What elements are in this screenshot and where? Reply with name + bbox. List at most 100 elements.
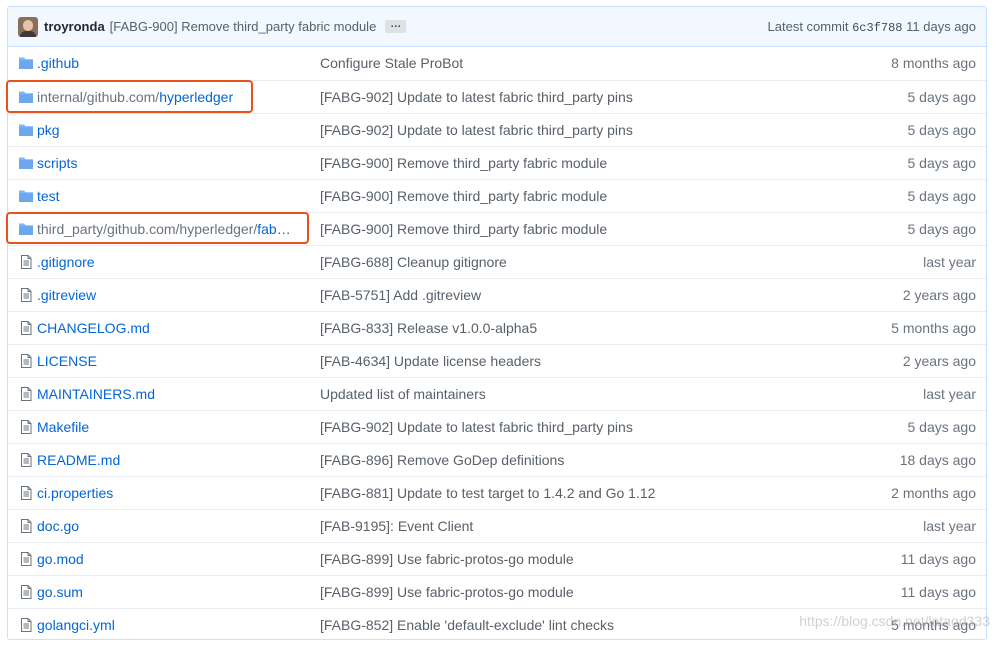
- commit-message-link[interactable]: [FABG-900] Remove third_party fabric mod…: [320, 147, 607, 179]
- table-row[interactable]: Makefile [FABG-902] Update to latest fabr…: [8, 410, 986, 443]
- file-icon: [18, 354, 34, 368]
- table-row[interactable]: test [FABG-900] Remove third_party fabric…: [8, 179, 986, 212]
- table-row[interactable]: internal/github.com/hyperledger [FABG-902…: [8, 80, 986, 113]
- table-row[interactable]: doc.go [FAB-9195]: Event Client last year: [8, 509, 986, 542]
- file-name-link[interactable]: .gitreview: [37, 279, 96, 311]
- commit-age: 11 days ago: [900, 584, 976, 600]
- commit-message-link[interactable]: [FABG-899] Use fabric-protos-go module: [320, 576, 574, 608]
- commit-message-link[interactable]: [FAB-5751] Add .gitreview: [320, 279, 481, 311]
- file-name-link[interactable]: README.md: [37, 444, 120, 476]
- table-row[interactable]: go.sum [FABG-899] Use fabric-protos-go mo…: [8, 575, 986, 608]
- table-row[interactable]: go.mod [FABG-899] Use fabric-protos-go mo…: [8, 542, 986, 575]
- folder-icon-graphic: [19, 157, 33, 169]
- file-name[interactable]: CHANGELOG.md: [37, 320, 150, 336]
- commit-message-link[interactable]: [FABG-899] Use fabric-protos-go module: [320, 543, 574, 575]
- table-row[interactable]: MAINTAINERS.md Updated list of maintainer…: [8, 377, 986, 410]
- file-name-link[interactable]: internal/github.com/hyperledger: [37, 81, 233, 113]
- commit-message-link[interactable]: [FABG-900] Remove third_party fabric mod…: [320, 213, 607, 245]
- file-icon: [18, 585, 34, 599]
- table-row[interactable]: README.md [FABG-896] Remove GoDep definit…: [8, 443, 986, 476]
- expand-commit-button[interactable]: …: [385, 19, 407, 33]
- file-name-link[interactable]: MAINTAINERS.md: [37, 378, 155, 410]
- file-name-link[interactable]: go.sum: [37, 576, 83, 608]
- file-name[interactable]: golangci.yml: [37, 617, 115, 633]
- commit-age: 2 years ago: [902, 287, 976, 303]
- file-name[interactable]: ci.properties: [37, 485, 113, 501]
- commit-age: last year: [923, 518, 976, 534]
- file-icon: [18, 552, 34, 566]
- commit-message-link[interactable]: [FAB-4634] Update license headers: [320, 345, 541, 377]
- commit-message-link[interactable]: [FABG-881] Update to test target to 1.4.…: [320, 477, 655, 509]
- table-row[interactable]: ci.properties [FABG-881] Update to test t…: [8, 476, 986, 509]
- folder-icon: [18, 90, 34, 104]
- file-name[interactable]: go.sum: [37, 584, 83, 600]
- file-icon-graphic: [21, 453, 32, 467]
- file-name[interactable]: pkg: [37, 122, 60, 138]
- commit-message-link[interactable]: Configure Stale ProBot: [320, 47, 463, 79]
- file-name[interactable]: .gitreview: [37, 287, 96, 303]
- file-name[interactable]: go.mod: [37, 551, 84, 567]
- folder-icon-graphic: [19, 124, 33, 136]
- file-path-prefix: third_party/github.com/hyperledger/: [37, 221, 258, 237]
- latest-commit-info: Latest commit 6c3f788 11 days ago: [768, 19, 976, 35]
- file-path-prefix: internal/github.com/: [37, 89, 160, 105]
- file-icon: [18, 288, 34, 302]
- table-row[interactable]: .gitignore [FABG-688] Cleanup gitignore la…: [8, 245, 986, 278]
- file-name-link[interactable]: CHANGELOG.md: [37, 312, 150, 344]
- table-row[interactable]: scripts [FABG-900] Remove third_party fab…: [8, 146, 986, 179]
- commit-sha[interactable]: 6c3f788: [852, 21, 902, 35]
- commit-message-link[interactable]: [FABG-902] Update to latest fabric third…: [320, 81, 633, 113]
- folder-icon-graphic: [19, 190, 33, 202]
- commit-message-link[interactable]: Updated list of maintainers: [320, 378, 486, 410]
- file-name-link[interactable]: Makefile: [37, 411, 89, 443]
- commit-message-link[interactable]: [FABG-896] Remove GoDep definitions: [320, 444, 564, 476]
- file-name[interactable]: README.md: [37, 452, 120, 468]
- table-row[interactable]: pkg [FABG-902] Update to latest fabric th…: [8, 113, 986, 146]
- folder-icon: [18, 123, 34, 137]
- file-icon: [18, 453, 34, 467]
- file-name[interactable]: Makefile: [37, 419, 89, 435]
- commit-message-link[interactable]: [FABG-902] Update to latest fabric third…: [320, 114, 633, 146]
- commit-message-link[interactable]: [FABG-688] Cleanup gitignore: [320, 246, 507, 278]
- avatar[interactable]: [18, 16, 38, 37]
- table-row[interactable]: .gitreview [FAB-5751] Add .gitreview 2 yea…: [8, 278, 986, 311]
- table-row[interactable]: third_party/github.com/hyperledger/fab… […: [8, 212, 986, 245]
- file-name[interactable]: MAINTAINERS.md: [37, 386, 155, 402]
- file-icon-graphic: [21, 321, 32, 335]
- file-name-link[interactable]: .gitignore: [37, 246, 95, 278]
- file-icon-graphic: [21, 618, 32, 632]
- commit-age: 5 months ago: [891, 320, 976, 336]
- file-name-link[interactable]: ci.properties: [37, 477, 113, 509]
- folder-icon: [18, 56, 34, 70]
- table-row[interactable]: CHANGELOG.md [FABG-833] Release v1.0.0-al…: [8, 311, 986, 344]
- file-icon: [18, 486, 34, 500]
- file-name-link[interactable]: .github: [37, 47, 79, 79]
- commit-message-link[interactable]: [FABG-852] Enable 'default-exclude' lint…: [320, 609, 614, 639]
- file-name-link[interactable]: doc.go: [37, 510, 79, 542]
- file-name[interactable]: fab…: [257, 221, 290, 237]
- file-name-link[interactable]: go.mod: [37, 543, 84, 575]
- table-row[interactable]: .github Configure Stale ProBot 8 months ag…: [8, 47, 986, 80]
- commit-message-link[interactable]: [FABG-833] Release v1.0.0-alpha5: [320, 312, 537, 344]
- file-name[interactable]: .gitignore: [37, 254, 95, 270]
- file-name[interactable]: hyperledger: [159, 89, 233, 105]
- file-name[interactable]: doc.go: [37, 518, 79, 534]
- file-name[interactable]: scripts: [37, 155, 77, 171]
- file-name[interactable]: .github: [37, 55, 79, 71]
- folder-icon: [18, 222, 34, 236]
- file-name-link[interactable]: golangci.yml: [37, 609, 115, 639]
- file-name-link[interactable]: LICENSE: [37, 345, 97, 377]
- file-name[interactable]: test: [37, 188, 60, 204]
- file-name-link[interactable]: test: [37, 180, 60, 212]
- commit-message-link[interactable]: [FABG-902] Update to latest fabric third…: [320, 411, 633, 443]
- commit-message[interactable]: [FABG-900] Remove third_party fabric mod…: [110, 19, 377, 34]
- table-row[interactable]: LICENSE [FAB-4634] Update license headers…: [8, 344, 986, 377]
- file-name-link[interactable]: scripts: [37, 147, 77, 179]
- file-name-link[interactable]: pkg: [37, 114, 60, 146]
- commit-author[interactable]: troyronda: [44, 19, 105, 34]
- commit-message-link[interactable]: [FABG-900] Remove third_party fabric mod…: [320, 180, 607, 212]
- commit-message-link[interactable]: [FAB-9195]: Event Client: [320, 510, 473, 542]
- file-name[interactable]: LICENSE: [37, 353, 97, 369]
- file-icon: [18, 321, 34, 335]
- file-name-link[interactable]: third_party/github.com/hyperledger/fab…: [37, 213, 291, 245]
